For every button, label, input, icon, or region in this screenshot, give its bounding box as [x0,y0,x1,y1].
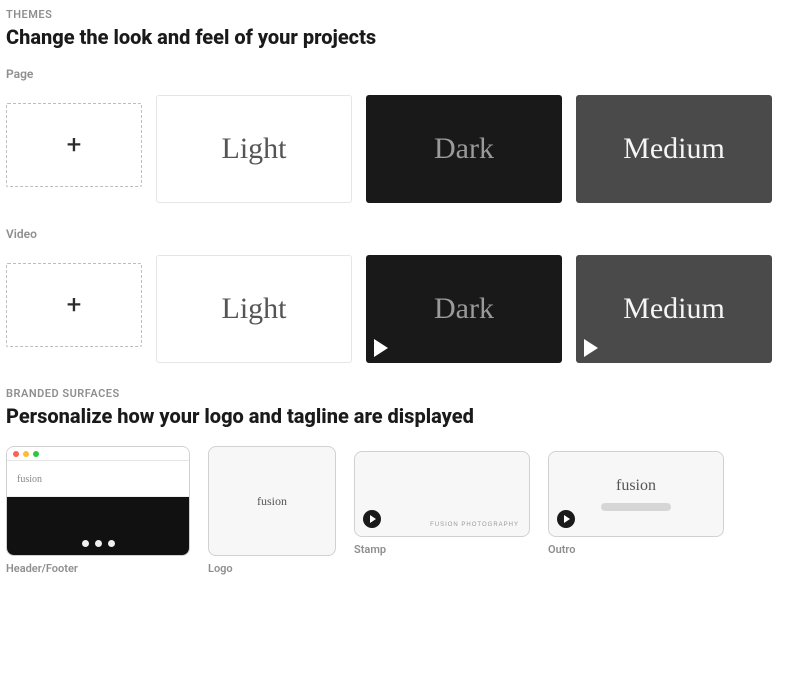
tagline-small: FUSION PHOTOGRAPHY [430,522,519,528]
stamp-col: FUSION PHOTOGRAPHY Stamp [354,446,530,556]
signature-logo: fusion [257,494,287,509]
preview-header: fusion [7,461,189,497]
video-theme-dark-card[interactable]: Dark [366,255,562,363]
branded-title: Personalize how your logo and tagline ar… [6,404,794,428]
logo-label: Logo [208,562,336,575]
play-icon [374,339,388,357]
branded-section-label: BRANDED SURFACES [6,387,794,400]
theme-label: Dark [434,292,494,326]
outro-col: fusion Outro [548,446,724,556]
video-theme-medium-card[interactable]: Medium [576,255,772,363]
maximize-dot-icon [33,451,39,457]
outro-label: Outro [548,543,724,556]
page-theme-row: + Light Dark Medium [6,95,794,203]
theme-label: Medium [623,292,725,326]
header-footer-card[interactable]: fusion [6,446,190,556]
close-dot-icon [13,451,19,457]
play-icon [584,339,598,357]
stamp-card[interactable]: FUSION PHOTOGRAPHY [354,451,530,537]
signature-logo: fusion [616,477,656,495]
plus-icon: + [67,290,82,320]
header-footer-col: fusion Header/Footer [6,446,190,575]
add-video-theme-button[interactable]: + [6,263,142,347]
preview-footer [7,497,189,556]
dot-icon [108,540,115,547]
video-theme-row: + Light Dark Medium [6,255,794,363]
tagline-placeholder-bar [601,503,671,511]
page-theme-dark-card[interactable]: Dark [366,95,562,203]
add-page-theme-button[interactable]: + [6,103,142,187]
theme-label: Dark [434,132,494,166]
browser-traffic-lights [7,447,189,461]
themes-section-label: THEMES [6,8,794,21]
page-theme-light-card[interactable]: Light [156,95,352,203]
dot-icon [95,540,102,547]
play-icon [557,510,575,528]
page-theme-medium-card[interactable]: Medium [576,95,772,203]
theme-label: Medium [623,132,725,166]
theme-label: Light [222,132,287,166]
themes-title: Change the look and feel of your project… [6,25,794,49]
stamp-label: Stamp [354,543,530,556]
page-sublabel: Page [6,67,794,81]
logo-col: fusion Logo [208,446,336,575]
branded-surfaces-row: fusion Header/Footer fusion Logo FUSION … [6,446,794,575]
signature-logo: fusion [17,474,42,485]
video-theme-light-card[interactable]: Light [156,255,352,363]
outro-card[interactable]: fusion [548,451,724,537]
minimize-dot-icon [23,451,29,457]
header-footer-label: Header/Footer [6,562,190,575]
dot-icon [82,540,89,547]
logo-card[interactable]: fusion [208,446,336,556]
theme-label: Light [222,292,287,326]
plus-icon: + [67,130,82,160]
play-icon [363,510,381,528]
video-sublabel: Video [6,227,794,241]
